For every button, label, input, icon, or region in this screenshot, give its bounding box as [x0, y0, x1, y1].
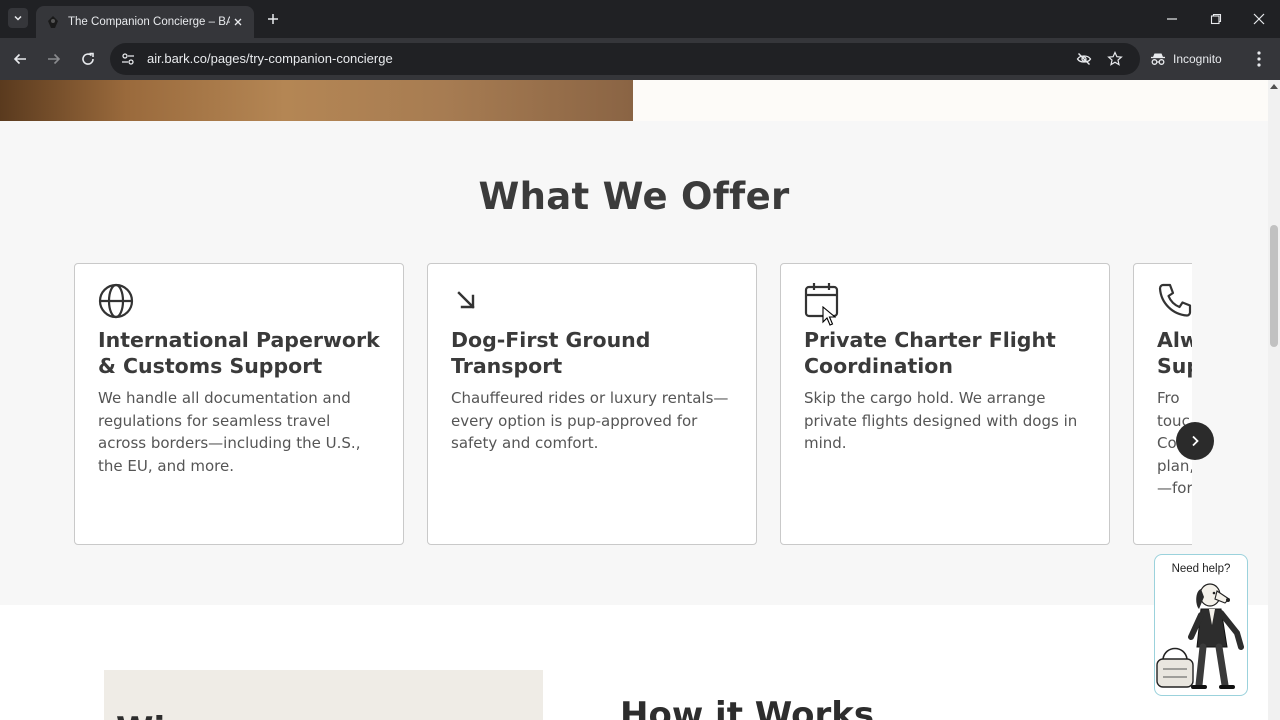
restore-button[interactable] — [1206, 9, 1226, 29]
what-we-offer-section: What We Offer International Paperwork & … — [0, 121, 1268, 605]
chevron-down-icon — [14, 15, 22, 21]
reload-button[interactable] — [78, 49, 98, 69]
help-widget[interactable]: Need help? — [1154, 554, 1248, 696]
offer-card: International Paperwork & Customs Suppor… — [74, 263, 404, 545]
arrow-right-icon — [48, 53, 61, 65]
carousel-next-button[interactable] — [1176, 422, 1214, 460]
arrow-left-icon — [13, 53, 26, 65]
page-scrollbar[interactable] — [1268, 80, 1280, 720]
star-icon[interactable] — [1107, 51, 1123, 67]
how-it-works-title: How it Works — [620, 695, 875, 720]
tab-close-button[interactable] — [230, 14, 246, 30]
forward-button[interactable] — [44, 49, 64, 69]
incognito-icon — [1151, 53, 1165, 65]
arrow-down-right-icon — [457, 291, 475, 309]
scroll-up-arrow-icon[interactable] — [1270, 84, 1278, 89]
how-it-works-section: Wi How it Works — [0, 605, 1268, 720]
minimize-button[interactable] — [1162, 9, 1182, 29]
page-content: What We Offer International Paperwork & … — [0, 80, 1268, 720]
close-icon — [1253, 13, 1265, 25]
phone-icon — [1158, 283, 1192, 317]
close-window-button[interactable] — [1249, 9, 1269, 29]
address-bar[interactable]: air.bark.co/pages/try-companion-concierg… — [110, 43, 1140, 75]
site-settings-icon[interactable] — [120, 51, 136, 67]
card-description: Skip the cargo hold. We arrange private … — [804, 389, 1078, 452]
scrollbar-thumb[interactable] — [1270, 225, 1278, 347]
card-description: Chauffeured rides or luxury rentals—ever… — [451, 389, 729, 452]
offer-carousel: International Paperwork & Customs Suppor… — [74, 263, 1192, 545]
chevron-right-icon — [1192, 435, 1199, 447]
help-label: Need help? — [1171, 563, 1231, 575]
back-button[interactable] — [10, 49, 30, 69]
tab-title: The Companion Concierge – BA — [68, 16, 230, 28]
browser-toolbar: air.bark.co/pages/try-companion-concierg… — [0, 38, 1280, 80]
incognito-label: Incognito — [1173, 52, 1222, 66]
card-title: Alw Sup — [1157, 328, 1192, 378]
hero-panel — [633, 80, 1268, 121]
close-icon — [234, 18, 242, 26]
card-title: Dog-First Ground Transport — [451, 328, 651, 378]
section-image: Wi — [104, 670, 543, 720]
browser-tab-bar: The Companion Concierge – BA — [0, 0, 1280, 38]
url-text[interactable]: air.bark.co/pages/try-companion-concierg… — [147, 51, 393, 66]
tab-search-button[interactable] — [8, 8, 28, 28]
incognito-indicator[interactable]: Incognito — [1150, 47, 1222, 71]
offer-card: Alw Sup Fro touc Com plan, —for — [1133, 263, 1192, 545]
card-title: Private Charter Flight Coordination — [804, 328, 1056, 378]
more-menu-icon[interactable] — [1254, 50, 1264, 68]
dog-mascot-icon — [1156, 583, 1244, 689]
offer-card: Dog-First Ground Transport Chauffeured r… — [427, 263, 757, 545]
bark-favicon-icon — [48, 16, 58, 28]
image-caption: Wi — [116, 710, 165, 720]
restore-icon — [1210, 13, 1222, 25]
mouse-cursor-icon — [822, 306, 836, 326]
browser-tab[interactable]: The Companion Concierge – BA — [36, 6, 254, 38]
plus-icon — [268, 14, 278, 24]
card-description: We handle all documentation and regulati… — [98, 389, 361, 475]
minimize-icon — [1167, 18, 1177, 20]
card-title: International Paperwork & Customs Suppor… — [98, 328, 380, 378]
section-title: What We Offer — [478, 175, 790, 218]
hero-image — [0, 80, 633, 121]
reload-icon — [82, 52, 94, 65]
eye-off-icon[interactable] — [1076, 51, 1092, 67]
globe-icon — [98, 283, 134, 319]
new-tab-button[interactable] — [264, 10, 282, 28]
